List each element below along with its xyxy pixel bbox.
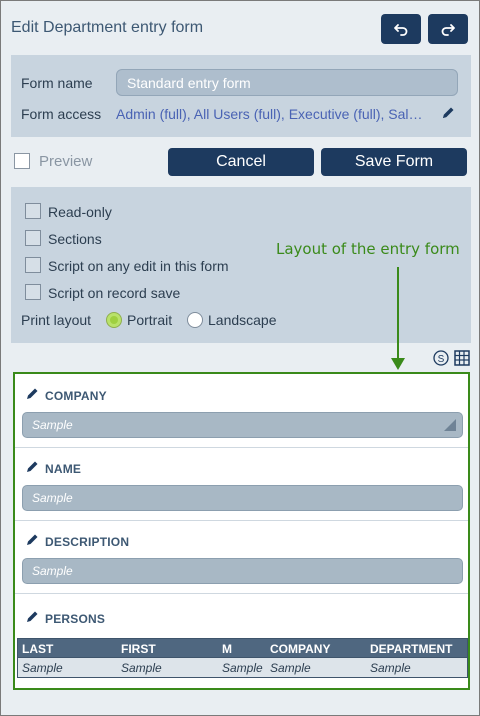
portrait-radio[interactable] xyxy=(106,312,122,328)
field-divider xyxy=(15,593,468,594)
name-field-title: NAME xyxy=(45,462,82,476)
column-header-first: FIRST xyxy=(121,642,156,656)
entry-form-layout: COMPANY Sample NAME Sample DESCRIPTION S… xyxy=(13,372,470,690)
form-settings-panel: Form name Standard entry form Form acces… xyxy=(11,55,471,137)
form-access-link[interactable]: Admin (full), All Users (full), Executiv… xyxy=(116,106,423,122)
annotation-arrow-head xyxy=(391,358,405,370)
sections-label: Sections xyxy=(48,231,102,247)
field-divider xyxy=(15,520,468,521)
description-field-title: DESCRIPTION xyxy=(45,535,130,549)
persons-field-title: PERSONS xyxy=(45,612,106,626)
page-title: Edit Department entry form xyxy=(11,19,204,36)
persons-table-header: LAST FIRST M COMPANY DEPARTMENT xyxy=(17,638,468,658)
preview-label: Preview xyxy=(39,153,93,170)
script-on-save-label: Script on record save xyxy=(48,285,181,301)
save-form-button[interactable]: Save Form xyxy=(321,148,467,176)
print-layout-label: Print layout xyxy=(21,312,92,328)
field-divider xyxy=(15,447,468,448)
cell-last: Sample xyxy=(22,661,63,675)
cell-first: Sample xyxy=(121,661,162,675)
edit-name-pencil-icon[interactable] xyxy=(25,460,39,474)
script-on-edit-label: Script on any edit in this form xyxy=(48,258,229,274)
edit-description-pencil-icon[interactable] xyxy=(25,533,39,547)
column-header-department: DEPARTMENT xyxy=(370,642,453,656)
read-only-label: Read-only xyxy=(48,204,112,220)
cell-company: Sample xyxy=(270,661,311,675)
sections-checkbox[interactable] xyxy=(25,230,41,246)
company-dropdown[interactable]: Sample xyxy=(22,412,463,438)
script-on-edit-checkbox[interactable] xyxy=(25,257,41,273)
cell-department: Sample xyxy=(370,661,411,675)
column-header-company: COMPANY xyxy=(270,642,331,656)
script-on-save-checkbox[interactable] xyxy=(25,284,41,300)
edit-persons-pencil-icon[interactable] xyxy=(25,610,39,624)
company-field-title: COMPANY xyxy=(45,389,107,403)
cell-m: Sample xyxy=(222,661,263,675)
edit-company-pencil-icon[interactable] xyxy=(25,387,39,401)
undo-button[interactable] xyxy=(381,14,421,44)
form-name-input[interactable]: Standard entry form xyxy=(116,69,458,96)
description-input[interactable]: Sample xyxy=(22,558,463,584)
cancel-button[interactable]: Cancel xyxy=(168,148,314,176)
redo-button[interactable] xyxy=(428,14,468,44)
company-placeholder: Sample xyxy=(32,418,73,432)
table-grid-icon[interactable] xyxy=(454,350,470,366)
svg-text:S: S xyxy=(438,354,445,365)
column-header-m: M xyxy=(222,642,232,656)
name-input[interactable]: Sample xyxy=(22,485,463,511)
landscape-radio[interactable] xyxy=(187,312,203,328)
portrait-label: Portrait xyxy=(127,312,173,328)
undo-icon xyxy=(394,24,408,36)
edit-form-window: Edit Department entry form Form name Sta… xyxy=(0,0,480,716)
redo-icon xyxy=(441,24,455,36)
layout-annotation: Layout of the entry form xyxy=(276,240,460,258)
column-header-last: LAST xyxy=(22,642,54,656)
read-only-checkbox[interactable] xyxy=(25,203,41,219)
annotation-arrow-line xyxy=(397,267,399,362)
preview-checkbox[interactable] xyxy=(14,153,30,169)
landscape-label: Landscape xyxy=(208,312,277,328)
form-access-label: Form access xyxy=(21,106,102,122)
form-name-label: Form name xyxy=(21,75,93,91)
script-icon[interactable]: S xyxy=(433,350,449,366)
dropdown-corner-icon xyxy=(444,419,456,431)
persons-table-row[interactable]: Sample Sample Sample Sample Sample xyxy=(17,658,468,678)
form-options-panel: Read-only Sections Script on any edit in… xyxy=(11,187,471,343)
edit-access-pencil-icon[interactable] xyxy=(441,106,455,120)
